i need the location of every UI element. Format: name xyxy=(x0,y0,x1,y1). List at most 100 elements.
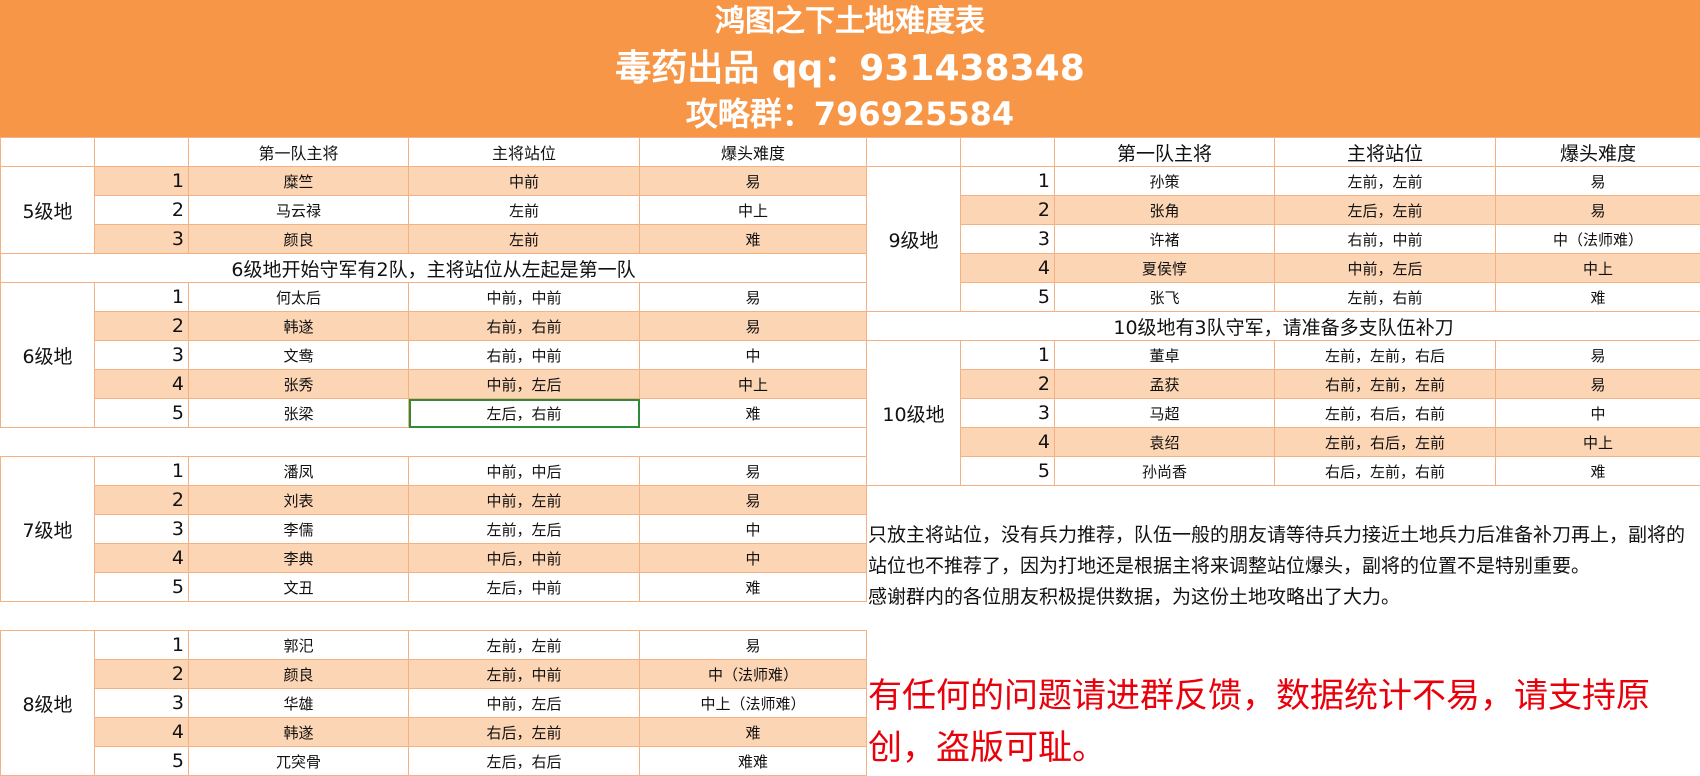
row-number[interactable]: 2 xyxy=(95,486,189,515)
general-cell[interactable]: 文鸯 xyxy=(189,341,409,370)
general-cell[interactable]: 何太后 xyxy=(189,283,409,312)
position-cell[interactable]: 左前，右后，左前 xyxy=(1275,428,1496,457)
level-label[interactable]: 10级地 xyxy=(867,341,961,486)
position-cell[interactable]: 左后，中前 xyxy=(409,573,640,602)
position-cell[interactable]: 右后，左前，右前 xyxy=(1275,457,1496,486)
position-cell[interactable]: 左前，中前 xyxy=(409,660,640,689)
difficulty-cell[interactable]: 易 xyxy=(1496,341,1700,370)
level-label[interactable]: 5级地 xyxy=(1,167,95,254)
general-cell[interactable]: 潘凤 xyxy=(189,457,409,486)
row-number[interactable]: 1 xyxy=(961,167,1055,196)
header-difficulty[interactable]: 爆头难度 xyxy=(640,138,867,167)
row-number[interactable]: 2 xyxy=(961,370,1055,399)
difficulty-cell[interactable]: 中（法师难） xyxy=(640,660,867,689)
difficulty-cell[interactable]: 中 xyxy=(640,544,867,573)
position-cell[interactable]: 左前，左前 xyxy=(1275,167,1496,196)
general-cell[interactable]: 韩遂 xyxy=(189,312,409,341)
position-cell[interactable]: 中前，中后 xyxy=(409,457,640,486)
row-number[interactable]: 1 xyxy=(95,167,189,196)
difficulty-cell[interactable]: 难 xyxy=(640,573,867,602)
general-cell[interactable]: 张飞 xyxy=(1055,283,1275,312)
difficulty-cell[interactable]: 易 xyxy=(640,631,867,660)
row-number[interactable]: 2 xyxy=(95,660,189,689)
general-cell[interactable]: 颜良 xyxy=(189,660,409,689)
difficulty-cell[interactable]: 难 xyxy=(1496,283,1700,312)
level10-note[interactable]: 10级地有3队守军，请准备多支队伍补刀 xyxy=(867,312,1700,341)
difficulty-cell[interactable]: 难 xyxy=(640,225,867,254)
row-number[interactable]: 5 xyxy=(961,283,1055,312)
position-cell-selected[interactable]: 左后，右前 xyxy=(409,399,640,428)
general-cell[interactable]: 李儒 xyxy=(189,515,409,544)
position-cell[interactable]: 中后，中前 xyxy=(409,544,640,573)
position-cell[interactable]: 左前，左前 xyxy=(409,631,640,660)
row-number[interactable]: 4 xyxy=(95,718,189,747)
difficulty-cell[interactable]: 易 xyxy=(640,283,867,312)
row-number[interactable]: 3 xyxy=(95,341,189,370)
difficulty-cell[interactable]: 难 xyxy=(640,399,867,428)
difficulty-cell[interactable]: 易 xyxy=(1496,167,1700,196)
difficulty-cell[interactable]: 中 xyxy=(640,515,867,544)
header-general[interactable]: 第一队主将 xyxy=(189,138,409,167)
general-cell[interactable]: 刘表 xyxy=(189,486,409,515)
difficulty-cell[interactable]: 难 xyxy=(1496,457,1700,486)
row-number[interactable]: 1 xyxy=(95,283,189,312)
position-cell[interactable]: 中前，左后 xyxy=(409,689,640,718)
difficulty-cell[interactable]: 中上 xyxy=(1496,254,1700,283)
general-cell[interactable]: 张角 xyxy=(1055,196,1275,225)
row-number[interactable]: 1 xyxy=(95,457,189,486)
general-cell[interactable]: 孙尚香 xyxy=(1055,457,1275,486)
general-cell[interactable]: 张秀 xyxy=(189,370,409,399)
general-cell[interactable]: 孟获 xyxy=(1055,370,1275,399)
level-label[interactable]: 8级地 xyxy=(1,631,95,776)
row-number[interactable]: 3 xyxy=(961,225,1055,254)
general-cell[interactable]: 文丑 xyxy=(189,573,409,602)
difficulty-cell[interactable]: 易 xyxy=(640,486,867,515)
position-cell[interactable]: 左前 xyxy=(409,196,640,225)
position-cell[interactable]: 右前，中前 xyxy=(1275,225,1496,254)
row-number[interactable]: 3 xyxy=(961,399,1055,428)
level6-note[interactable]: 6级地开始守军有2队，主将站位从左起是第一队 xyxy=(1,254,867,283)
difficulty-cell[interactable]: 中上 xyxy=(640,196,867,225)
header-position[interactable]: 主将站位 xyxy=(1275,138,1496,167)
general-cell[interactable]: 糜竺 xyxy=(189,167,409,196)
row-number[interactable]: 5 xyxy=(95,747,189,776)
header-cell-empty[interactable] xyxy=(1,138,95,167)
general-cell[interactable]: 张梁 xyxy=(189,399,409,428)
general-cell[interactable]: 兀突骨 xyxy=(189,747,409,776)
difficulty-cell[interactable]: 易 xyxy=(1496,370,1700,399)
position-cell[interactable]: 中前 xyxy=(409,167,640,196)
general-cell[interactable]: 袁绍 xyxy=(1055,428,1275,457)
position-cell[interactable]: 中前，左后 xyxy=(1275,254,1496,283)
row-number[interactable]: 3 xyxy=(95,689,189,718)
general-cell[interactable]: 韩遂 xyxy=(189,718,409,747)
position-cell[interactable]: 左后，右后 xyxy=(409,747,640,776)
difficulty-cell[interactable]: 易 xyxy=(640,457,867,486)
general-cell[interactable]: 董卓 xyxy=(1055,341,1275,370)
row-number[interactable]: 2 xyxy=(95,196,189,225)
general-cell[interactable]: 许褚 xyxy=(1055,225,1275,254)
general-cell[interactable]: 夏侯惇 xyxy=(1055,254,1275,283)
level-label[interactable]: 9级地 xyxy=(867,167,961,312)
row-number[interactable]: 5 xyxy=(95,573,189,602)
position-cell[interactable]: 右前，左前，左前 xyxy=(1275,370,1496,399)
general-cell[interactable]: 李典 xyxy=(189,544,409,573)
difficulty-cell[interactable]: 易 xyxy=(640,312,867,341)
row-number[interactable]: 3 xyxy=(95,225,189,254)
general-cell[interactable]: 马云禄 xyxy=(189,196,409,225)
empty-cell[interactable] xyxy=(1,602,867,631)
row-number[interactable]: 3 xyxy=(95,515,189,544)
header-cell-empty[interactable] xyxy=(95,138,189,167)
difficulty-cell[interactable]: 中 xyxy=(1496,399,1700,428)
difficulty-cell[interactable]: 难难 xyxy=(640,747,867,776)
general-cell[interactable]: 华雄 xyxy=(189,689,409,718)
header-cell-empty[interactable] xyxy=(867,138,961,167)
row-number[interactable]: 2 xyxy=(961,196,1055,225)
position-cell[interactable]: 左前 xyxy=(409,225,640,254)
general-cell[interactable]: 马超 xyxy=(1055,399,1275,428)
row-number[interactable]: 4 xyxy=(95,544,189,573)
position-cell[interactable]: 左前，左前，右后 xyxy=(1275,341,1496,370)
position-cell[interactable]: 中前，左后 xyxy=(409,370,640,399)
general-cell[interactable]: 颜良 xyxy=(189,225,409,254)
position-cell[interactable]: 左前，右前 xyxy=(1275,283,1496,312)
difficulty-cell[interactable]: 易 xyxy=(1496,196,1700,225)
